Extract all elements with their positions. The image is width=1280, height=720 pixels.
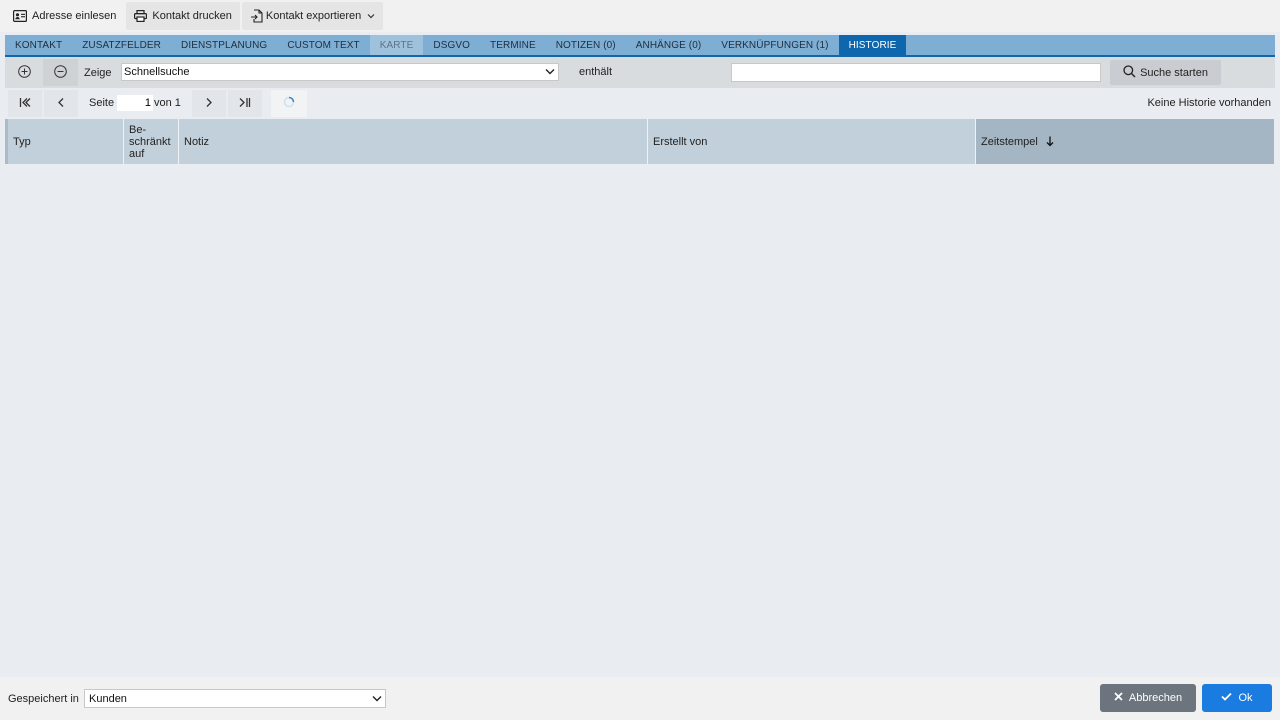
tab-bar: KONTAKT ZUSATZFELDER DIENSTPLANUNG CUSTOM T…	[5, 35, 1275, 57]
export-contact-label: Kontakt exportieren	[265, 10, 362, 22]
first-page-icon	[19, 97, 31, 111]
tab-kontakt[interactable]: KONTAKT	[5, 35, 72, 55]
chevron-down-icon	[545, 66, 555, 78]
check-icon	[1221, 692, 1233, 704]
chevron-left-icon	[57, 97, 65, 111]
operator-label: enthält	[579, 66, 613, 78]
tab-anhänge[interactable]: ANHÄNGE (0)	[626, 35, 712, 55]
export-contact-button[interactable]: Kontakt exportieren	[241, 2, 384, 30]
column-label: Zeitstempel	[981, 135, 1038, 148]
tab-karte: KARTE	[369, 35, 424, 55]
show-label: Zeige	[84, 67, 112, 79]
search-button[interactable]: Suche starten	[1110, 60, 1221, 85]
printer-icon	[134, 10, 148, 22]
ok-button[interactable]: Ok	[1202, 684, 1272, 712]
column-label: Be- schränkt auf	[129, 123, 171, 160]
history-status-text: Keine Historie vorhanden	[1147, 97, 1271, 109]
tab-verknüpfungen[interactable]: VERKNÜPFUNGEN (1)	[711, 35, 838, 55]
search-bar: Zeige Schnellsuche enthält Suche starten	[5, 57, 1275, 88]
column-label: Notiz	[184, 135, 210, 148]
tab-custom-text[interactable]: CUSTOM TEXT	[277, 35, 369, 55]
loading-spinner-icon	[283, 96, 295, 111]
page-number-input[interactable]	[117, 95, 153, 111]
search-icon	[1123, 64, 1136, 81]
first-page-button[interactable]	[8, 90, 42, 117]
pagination-bar: Seite von 1 Keine Historie vorhanden	[5, 88, 1275, 119]
column-header-timestamp[interactable]: Zeitstempel	[976, 119, 1274, 164]
chevron-down-icon	[367, 13, 375, 19]
cancel-button-label: Abbrechen	[1128, 692, 1183, 704]
tab-zusatzfelder[interactable]: ZUSATZFELDER	[72, 35, 171, 55]
sort-descending-icon	[1046, 136, 1054, 147]
file-export-icon	[250, 9, 264, 23]
chevron-down-icon	[372, 693, 382, 705]
tab-dsgvo[interactable]: DSGVO	[423, 35, 480, 55]
cancel-button[interactable]: Abbrechen	[1100, 684, 1196, 712]
address-card-icon	[13, 10, 27, 22]
tab-termine[interactable]: TERMINE	[480, 35, 546, 55]
tab-dienstplanung[interactable]: DIENSTPLANUNG	[171, 35, 277, 55]
expand-all-button[interactable]	[7, 59, 42, 86]
plus-circle-icon	[18, 64, 31, 81]
collapse-all-button[interactable]	[43, 59, 78, 86]
search-field-value: Schnellsuche	[124, 66, 190, 78]
search-field-select[interactable]: Schnellsuche	[121, 63, 559, 81]
ok-button-label: Ok	[1238, 692, 1253, 704]
tab-notizen[interactable]: NOTIZEN (0)	[546, 35, 626, 55]
page-label: Seite	[89, 97, 115, 109]
last-page-button[interactable]	[228, 90, 262, 117]
saved-in-select[interactable]: Kunden	[84, 689, 386, 708]
last-page-icon	[239, 97, 251, 111]
history-table-header: Typ Be- schränkt auf Notiz Erstellt von …	[5, 119, 1274, 164]
search-button-label: Suche starten	[1140, 66, 1208, 79]
print-contact-button[interactable]: Kontakt drucken	[126, 2, 240, 30]
previous-page-button[interactable]	[44, 90, 78, 117]
column-header-restricted-to[interactable]: Be- schränkt auf	[124, 119, 179, 164]
refresh-button[interactable]	[271, 90, 307, 117]
search-input[interactable]	[731, 63, 1101, 82]
tab-historie[interactable]: HISTORIE	[838, 35, 907, 55]
column-label: Erstellt von	[653, 135, 708, 148]
column-header-created-by[interactable]: Erstellt von	[648, 119, 976, 164]
column-label: Typ	[13, 135, 31, 148]
chevron-right-icon	[205, 97, 213, 111]
column-header-note[interactable]: Notiz	[179, 119, 648, 164]
saved-in-value: Kunden	[89, 692, 127, 705]
close-icon	[1114, 692, 1123, 704]
read-address-button[interactable]: Adresse einlesen	[5, 2, 125, 30]
read-address-label: Adresse einlesen	[32, 10, 117, 22]
print-contact-label: Kontakt drucken	[152, 10, 232, 22]
saved-in-label: Gespeichert in	[8, 693, 79, 705]
next-page-button[interactable]	[192, 90, 226, 117]
column-header-type[interactable]: Typ	[8, 119, 124, 164]
top-toolbar: Adresse einlesen Kontakt drucken Kontakt…	[0, 0, 1280, 32]
dialog-footer: Gespeichert in Kunden Abbrechen Ok	[0, 677, 1280, 720]
page-count-label: von 1	[154, 97, 181, 109]
minus-circle-icon	[54, 64, 67, 81]
